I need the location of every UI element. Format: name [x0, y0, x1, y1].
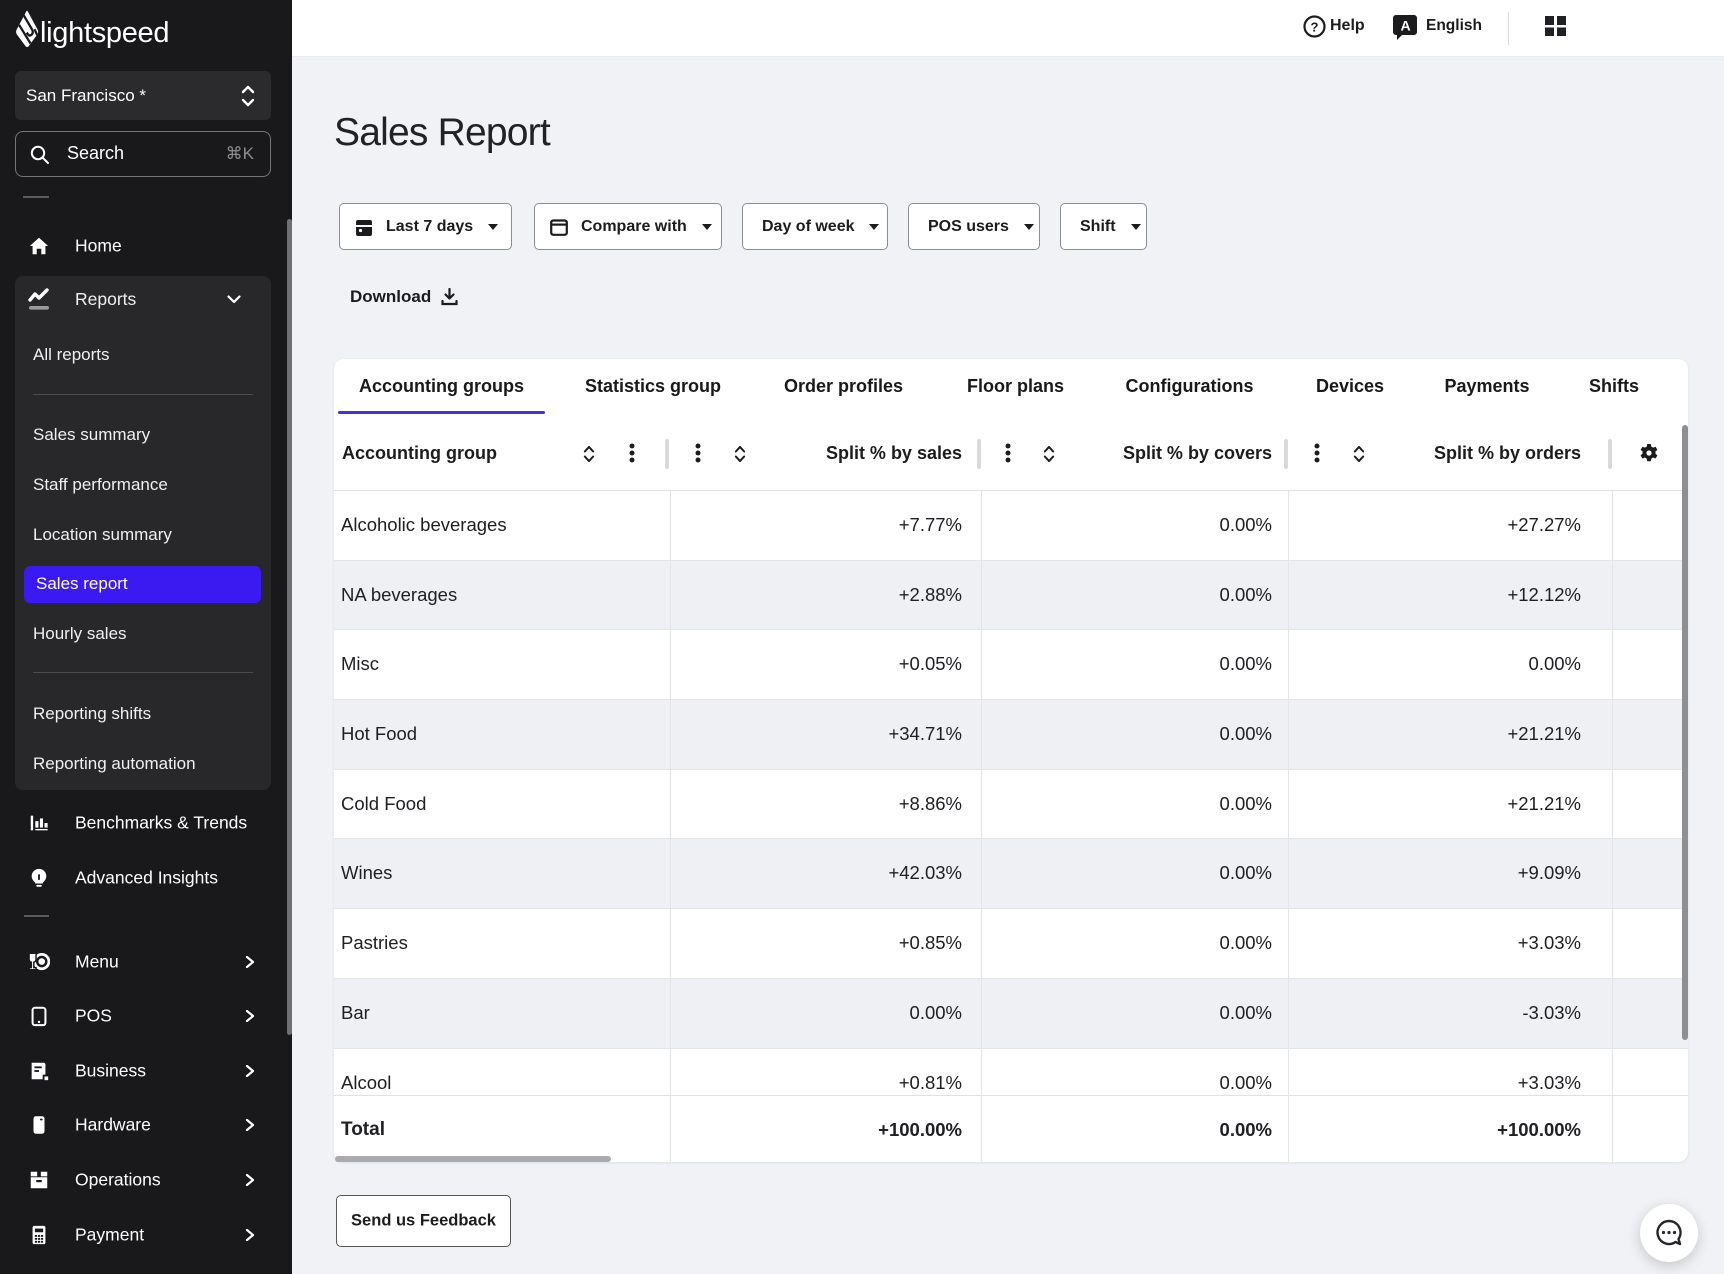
svg-text:lightspeed: lightspeed [40, 17, 169, 49]
svg-text:?: ? [1311, 20, 1319, 35]
svg-text:A: A [1400, 18, 1410, 34]
